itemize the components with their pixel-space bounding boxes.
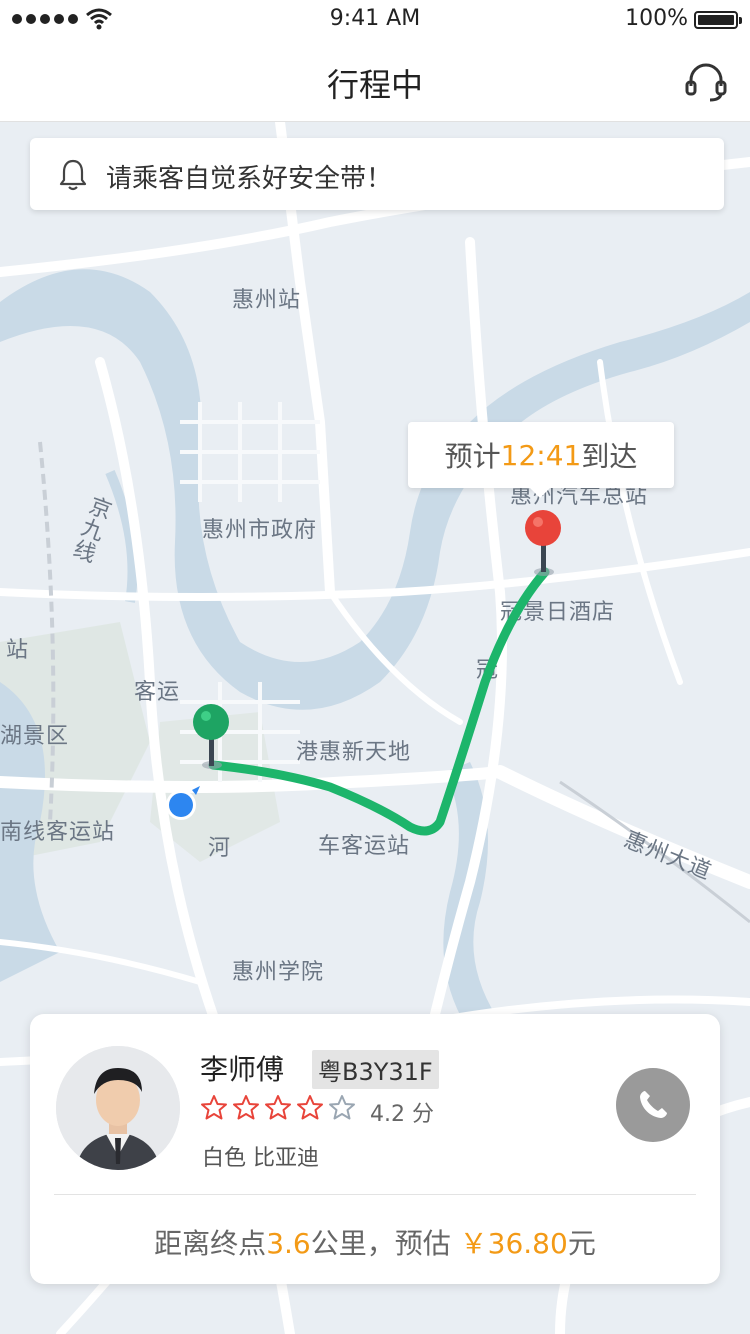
eta-time: 12:41 (500, 438, 582, 472)
start-pin-icon (193, 704, 229, 769)
license-plate: 粤B3Y31F (312, 1050, 439, 1089)
star-icon (233, 1095, 259, 1120)
bell-icon (59, 159, 87, 191)
nav-bar: 行程中 (0, 40, 750, 122)
eta-suffix: 到达 (581, 440, 638, 473)
route-path (208, 567, 550, 836)
avatar[interactable] (56, 1046, 180, 1170)
driver-card: 李师傅 粤B3Y31F 4.2 分 白色 比亚迪 距离终点3.6公里，预估 ￥3… (30, 1014, 720, 1284)
distance-prefix: 距离终点 (154, 1227, 267, 1260)
fare-summary: 距离终点3.6公里，预估 ￥36.80元 (30, 1222, 720, 1262)
driver-photo (56, 1046, 180, 1170)
car-info: 白色 比亚迪 (202, 1140, 319, 1172)
price-value: ￥36.80 (459, 1227, 568, 1260)
end-pin-icon (525, 510, 561, 576)
rating-stars (200, 1094, 356, 1122)
car-color: 白色 (202, 1146, 247, 1171)
star-icon (265, 1095, 291, 1120)
call-button[interactable] (616, 1068, 690, 1142)
page-title: 行程中 (326, 66, 423, 104)
star-icon (297, 1095, 323, 1120)
eta-prefix: 预计 (444, 440, 501, 473)
safety-notice: 请乘客自觉系好安全带！ (30, 138, 724, 210)
star-icon (201, 1095, 227, 1120)
notice-text: 请乘客自觉系好安全带！ (106, 164, 393, 194)
star-icon (329, 1095, 355, 1120)
current-location-icon (166, 786, 200, 820)
distance-value: 3.6 (266, 1227, 311, 1260)
battery-percent: 100% (625, 6, 688, 31)
phone-icon (640, 1091, 667, 1118)
car-model: 比亚迪 (253, 1146, 320, 1171)
distance-unit: 公里，预估 (310, 1227, 451, 1260)
divider (54, 1194, 696, 1195)
driver-name: 李师傅 (200, 1053, 285, 1086)
rating-score: 4.2 分 (370, 1102, 434, 1127)
battery-icon (694, 11, 742, 29)
headset-icon[interactable] (682, 58, 730, 106)
eta-bubble: 预计 12:41 到达 (408, 422, 674, 498)
price-unit: 元 (567, 1227, 596, 1260)
status-bar: 9:41 AM 100% (0, 0, 750, 40)
